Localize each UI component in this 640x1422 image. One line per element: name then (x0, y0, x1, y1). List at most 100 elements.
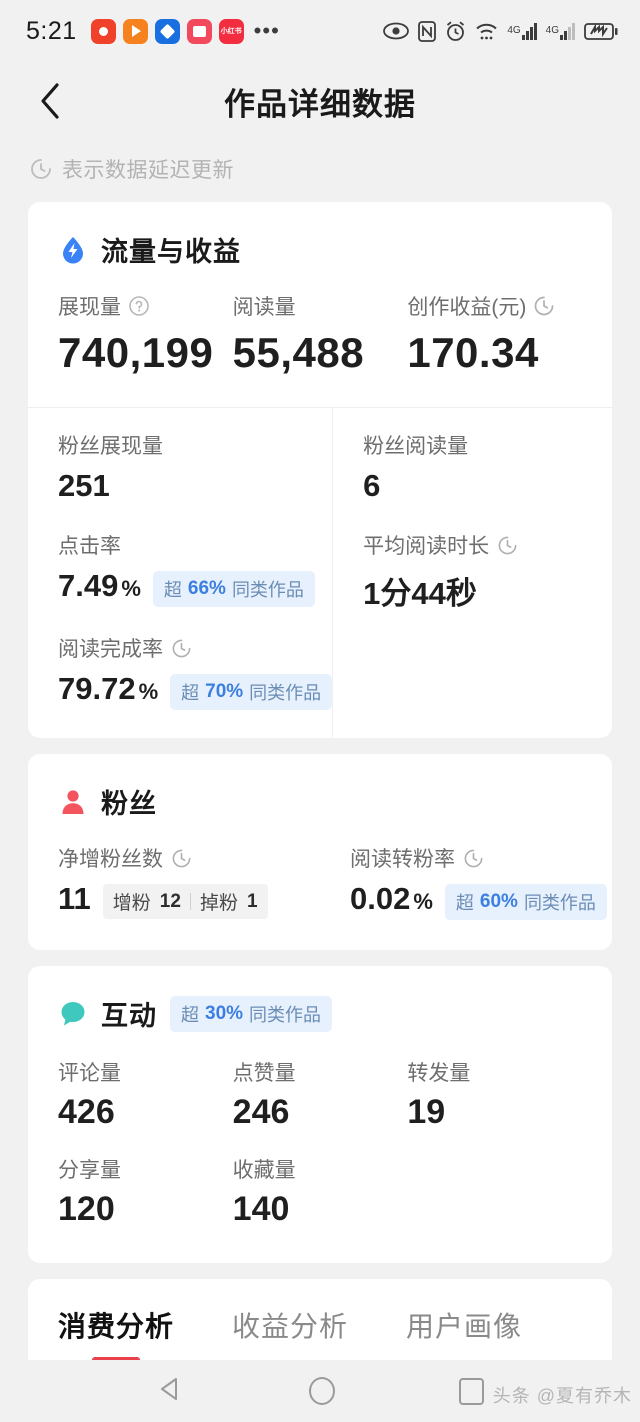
metric-value: 740,199 (58, 329, 214, 376)
metric-value: 246 (232, 1093, 290, 1131)
signal-icon: 4G (545, 22, 575, 40)
tab-revenue-analysis[interactable]: 收益分析 (232, 1305, 348, 1367)
badge-prefix: 超 (181, 1004, 199, 1025)
back-triangle-icon[interactable] (157, 1375, 185, 1408)
metric-value: 170.34 (407, 329, 539, 376)
metric-value: 6 (363, 468, 381, 503)
metric-value-row: 251 (58, 468, 332, 504)
metric-value-row: 7.49 % 超 66% 同类作品 (58, 568, 332, 607)
fans-loss-value: 1 (246, 890, 258, 912)
metric-label-wrap: 平均阅读时长 (363, 530, 612, 560)
traffic-card-header: 流量与收益 (28, 202, 612, 269)
network-type-label-2: 4G (545, 24, 559, 36)
metric-revenue: 创作收益(元) 170.34 (407, 291, 582, 377)
fans-card-title: 粉丝 (101, 789, 157, 819)
help-icon[interactable] (128, 295, 150, 317)
metric-value-row: 79.72 % 超 70% 同类作品 (58, 671, 333, 710)
badge-percent: 30% (205, 1002, 244, 1024)
recents-square-icon[interactable] (458, 1377, 484, 1405)
tab-user-profile[interactable]: 用户画像 (406, 1305, 522, 1367)
xiaohongshu-app-icon: 小红书 (218, 18, 244, 44)
back-triangle-glyph (160, 1377, 177, 1400)
clock-icon (172, 639, 191, 657)
metric-collections: 收藏量 140 (233, 1154, 408, 1229)
tab-label: 用户画像 (406, 1311, 523, 1342)
traffic-detail-right: 粉丝阅读量 6 平均阅读时长 1分44秒 (333, 408, 612, 738)
alarm-icon (447, 20, 465, 41)
traffic-card-title: 流量与收益 (101, 237, 241, 267)
signal-icon: 4G (507, 22, 537, 40)
tab-label: 消费分析 (58, 1311, 175, 1342)
metric-label: 点赞量 (232, 1062, 296, 1085)
interaction-row-1: 评论量 426 点赞量 246 转发量 19 (28, 1033, 612, 1132)
metric-label: 阅读完成率 (58, 638, 163, 661)
fans-gain-value: 12 (159, 890, 181, 912)
xiaohongshu-label: 小红书 (220, 27, 242, 35)
metric-label-wrap: 展现量 (58, 291, 233, 321)
metric-fan-reads: 粉丝阅读量 6 (363, 430, 612, 504)
badge-prefix: 超 (455, 893, 474, 913)
badge-suffix: 同类作品 (249, 1004, 322, 1025)
fans-card: 粉丝 净增粉丝数 11 增粉 12 掉粉 1 阅读转粉率 0.02 % 超 60… (28, 754, 612, 950)
status-more-icon: ••• (253, 18, 280, 43)
data-delay-note: 表示数据延迟更新 (0, 140, 640, 202)
lightning-drop-icon (63, 236, 83, 263)
wifi-icon (476, 23, 497, 39)
metric-unit: % (121, 576, 141, 601)
metric-label: 点击率 (58, 535, 121, 558)
back-button[interactable] (28, 79, 72, 123)
traffic-top-metrics: 展现量 740,199 阅读量 55,488 创作收益(元) 170.34 (28, 269, 612, 407)
battery-icon (584, 22, 618, 40)
metric-label-wrap: 阅读完成率 (58, 633, 332, 663)
metric-value-row: 1分44秒 (363, 568, 612, 613)
metric-label: 粉丝展现量 (58, 435, 163, 458)
fans-grid: 净增粉丝数 11 增粉 12 掉粉 1 阅读转粉率 0.02 % 超 60% 同… (28, 821, 612, 950)
status-right-icons: 4G 4G (383, 20, 618, 42)
fans-card-header: 粉丝 (28, 754, 612, 821)
badge-suffix: 同类作品 (523, 893, 596, 913)
metric-spacer (407, 1154, 582, 1229)
comparison-badge: 超 60% 同类作品 (444, 884, 607, 920)
interaction-card-title: 互动 (101, 1001, 157, 1031)
delay-note-text: 表示数据延迟更新 (62, 159, 234, 182)
metric-value: 11 (58, 881, 91, 916)
fans-gain-label: 增粉 (112, 893, 151, 914)
badge-percent: 60% (479, 891, 518, 912)
clock-icon (172, 849, 191, 867)
metric-label-wrap: 阅读转粉率 (350, 843, 612, 873)
metric-value-row: 11 增粉 12 掉粉 1 (58, 881, 320, 919)
video-app-icon (122, 18, 148, 44)
metric-value: 426 (58, 1093, 115, 1131)
metric-value: 0.02 (350, 881, 411, 916)
badge-percent: 70% (205, 681, 244, 702)
metric-value-row: 6 (363, 468, 612, 504)
tab-consumption-analysis[interactable]: 消费分析 (58, 1305, 174, 1367)
metric-value: 55,488 (232, 329, 365, 376)
metric-label: 粉丝阅读量 (363, 435, 469, 458)
metric-label: 收藏量 (232, 1159, 296, 1182)
badge-prefix: 超 (163, 580, 182, 600)
metric-net-new-fans: 净增粉丝数 11 增粉 12 掉粉 1 (28, 821, 320, 950)
metric-value: 120 (58, 1190, 115, 1228)
traffic-detail-grid: 粉丝展现量 251 点击率 7.49 % 超 66% 同类作品 阅读完成率 79… (28, 408, 612, 738)
traffic-detail-left: 粉丝展现量 251 点击率 7.49 % 超 66% 同类作品 阅读完成率 79… (28, 408, 334, 738)
metric-reads: 阅读量 55,488 (233, 291, 408, 377)
back-arrow-icon (41, 83, 59, 119)
tab-label: 收益分析 (232, 1311, 349, 1342)
metric-label-wrap: 创作收益(元) (407, 291, 582, 321)
metric-unit: % (138, 679, 159, 704)
badge-suffix: 同类作品 (231, 580, 304, 600)
metric-label: 创作收益(元) (407, 296, 527, 319)
home-circle-icon[interactable] (308, 1377, 335, 1405)
metric-impressions: 展现量 740,199 (58, 291, 233, 377)
metric-label: 展现量 (58, 296, 121, 319)
metric-label: 分享量 (58, 1159, 121, 1182)
metric-shares: 分享量 120 (58, 1154, 233, 1229)
metric-label: 评论量 (58, 1062, 121, 1085)
badge-percent: 66% (187, 578, 226, 599)
analysis-tabs: 消费分析 收益分析 用户画像 (28, 1279, 612, 1367)
metric-value-row: 0.02 % 超 60% 同类作品 (350, 881, 612, 920)
weibo-app-icon (90, 18, 116, 44)
metric-value: 140 (232, 1190, 290, 1228)
metric-click-rate: 点击率 7.49 % 超 66% 同类作品 (58, 530, 332, 607)
